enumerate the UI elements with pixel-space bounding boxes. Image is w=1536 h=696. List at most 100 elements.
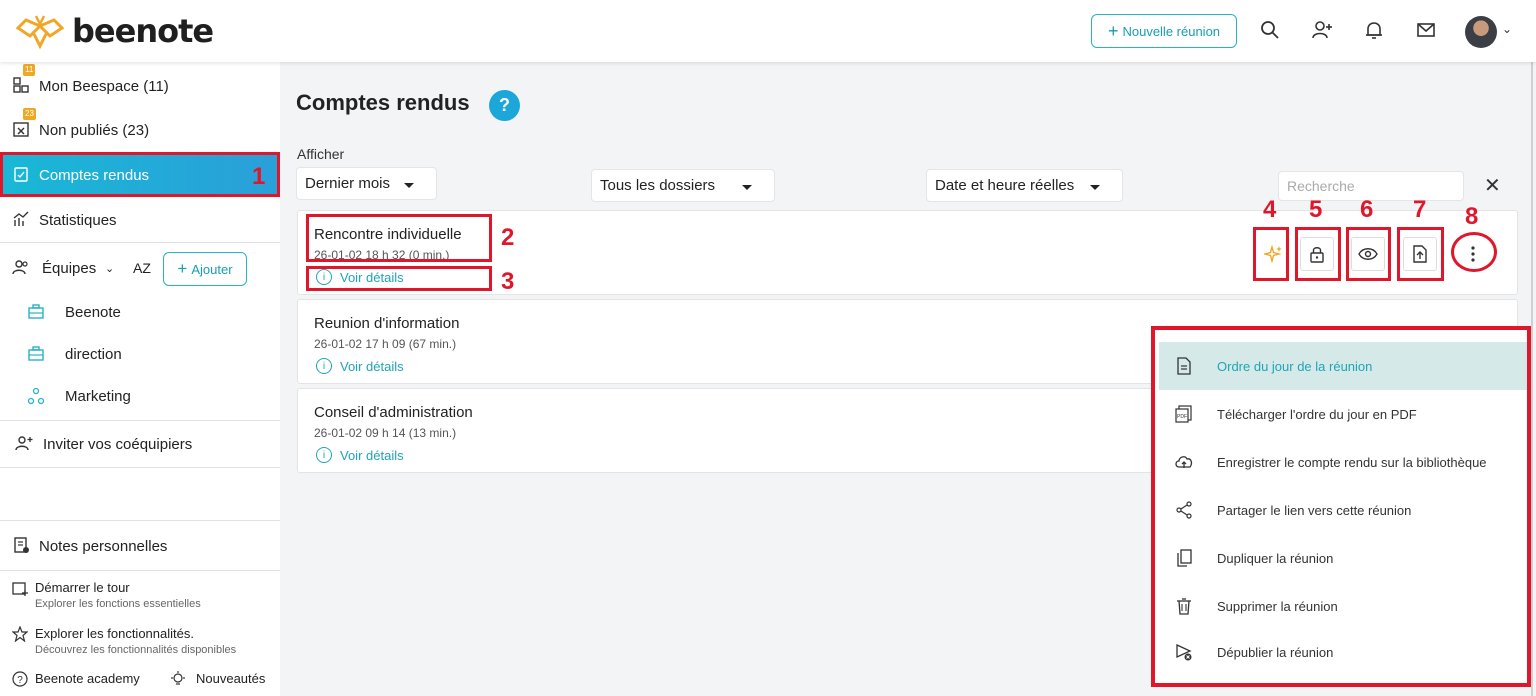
svg-text:PDF: PDF [1177, 414, 1187, 420]
menu-item-duplicate[interactable]: Dupliquer la réunion [1159, 534, 1527, 582]
page-title: Comptes rendus [296, 90, 470, 115]
annotation-circle [1451, 232, 1497, 272]
info-icon: i [316, 447, 332, 463]
chevron-down-icon[interactable]: ⌄ [1502, 22, 1512, 36]
menu-item-share-link[interactable]: Partager le lien vers cette réunion [1159, 486, 1527, 534]
team-item-direction[interactable]: direction [0, 337, 280, 371]
divider [0, 467, 280, 468]
annotation-number: 5 [1309, 196, 1323, 223]
menu-item-save-library[interactable]: Enregistrer le compte rendu sur la bibli… [1159, 438, 1527, 486]
annotation-box [306, 214, 492, 262]
cloud-upload-icon [1175, 456, 1193, 468]
meeting-date: 26-01-02 17 h 09 (67 min.) [314, 337, 457, 351]
details-link[interactable]: i Voir détails [316, 447, 404, 463]
annotation-box [0, 152, 280, 197]
annotation-number: 3 [501, 268, 515, 295]
logo-text: beenote [72, 12, 214, 50]
new-meeting-button[interactable]: + Nouvelle réunion [1091, 14, 1237, 48]
chart-icon [13, 211, 29, 226]
team-item-marketing[interactable]: Marketing [0, 379, 280, 413]
calendar-plus-icon [12, 582, 28, 596]
unpublish-icon [1176, 643, 1192, 661]
show-label: Afficher [297, 146, 345, 162]
invite-teammates[interactable]: Inviter vos coéquipiers [0, 424, 280, 464]
period-select[interactable]: Dernier mois [296, 167, 437, 200]
news-label: Nouveautés [196, 671, 266, 686]
menu-item-agenda[interactable]: Ordre du jour de la réunion [1159, 342, 1527, 390]
add-team-button[interactable]: + Ajouter [163, 252, 247, 286]
menu-item-label: Télécharger l'ordre du jour en PDF [1217, 406, 1417, 422]
folders-value: Tous les dossiers [600, 177, 716, 194]
dashboard-icon [13, 77, 29, 93]
divider [0, 420, 280, 421]
scrollbar[interactable] [1531, 62, 1533, 696]
plus-icon: + [177, 259, 188, 278]
annotation-box [1346, 227, 1391, 281]
help-button[interactable]: ? [489, 90, 520, 121]
start-tour-title: Démarrer le tour [35, 580, 130, 595]
details-label: Voir détails [340, 358, 404, 374]
search-icon[interactable] [1258, 18, 1282, 42]
add-user-icon [15, 436, 33, 451]
briefcase-icon [28, 346, 44, 361]
count-badge: 23 [23, 108, 36, 120]
meeting-date: 26-01-02 09 h 14 (13 min.) [314, 426, 457, 440]
team-item-beenote[interactable]: Beenote [0, 295, 280, 329]
logo[interactable]: beenote [14, 10, 214, 52]
bee-logo-icon [15, 15, 65, 50]
share-icon [1176, 501, 1192, 519]
sidebar-item-unpublished[interactable]: 23 Non publiés (23) [0, 108, 280, 150]
personal-notes[interactable]: Notes personnelles [0, 526, 280, 566]
sidebar-item-statistics[interactable]: Statistiques [0, 200, 280, 240]
add-team-label: Ajouter [191, 261, 233, 277]
caret-down-icon [742, 185, 752, 190]
sidebar-item-label: Mon Beespace (11) [39, 77, 169, 95]
sort-az-button[interactable]: AZ [133, 260, 151, 276]
chevron-down-icon[interactable]: ⌄ [105, 262, 114, 275]
avatar[interactable] [1465, 16, 1497, 48]
sidebar-item-label: Statistiques [39, 211, 117, 229]
sidebar-item-beespace[interactable]: 11 Mon Beespace (11) [0, 64, 280, 106]
menu-item-label: Enregistrer le compte rendu sur la bibli… [1217, 454, 1487, 470]
team-label: Marketing [65, 387, 131, 405]
pdf-icon: PDF [1175, 405, 1192, 423]
details-link[interactable]: i Voir détails [316, 358, 404, 374]
document-icon [1177, 357, 1191, 375]
plus-icon: + [1107, 20, 1119, 41]
annotation-number: 2 [501, 224, 515, 251]
meeting-title: Reunion d'information [314, 315, 460, 332]
team-label: direction [65, 345, 122, 363]
bell-icon[interactable] [1362, 18, 1386, 42]
add-user-icon[interactable] [1310, 18, 1334, 42]
period-value: Dernier mois [305, 175, 391, 192]
top-bar: beenote + Nouvelle réunion ⌄ [0, 0, 1536, 62]
count-badge: 11 [23, 64, 36, 76]
caret-down-icon [404, 183, 414, 188]
date-mode-value: Date et heure réelles [935, 177, 1075, 194]
notes-icon [14, 537, 29, 553]
menu-item-download-pdf[interactable]: PDF Télécharger l'ordre du jour en PDF [1159, 390, 1527, 438]
menu-item-unpublish[interactable]: Dépublier la réunion [1159, 628, 1527, 676]
close-icon[interactable]: ✕ [1484, 173, 1501, 198]
divider [0, 520, 280, 521]
annotation-number: 4 [1263, 196, 1277, 223]
lightbulb-icon [171, 671, 185, 685]
folders-select[interactable]: Tous les dossiers [591, 169, 775, 202]
divider [0, 570, 280, 571]
invite-label: Inviter vos coéquipiers [43, 435, 193, 453]
start-tour-subtitle: Explorer les fonctions essentielles [35, 598, 201, 610]
star-icon [12, 626, 28, 642]
annotation-number: 7 [1413, 196, 1427, 223]
menu-item-label: Dupliquer la réunion [1217, 550, 1334, 566]
menu-item-delete[interactable]: Supprimer la réunion [1159, 582, 1527, 630]
menu-item-label: Supprimer la réunion [1217, 598, 1338, 614]
team-label: Beenote [65, 303, 121, 321]
details-label: Voir détails [340, 447, 404, 463]
mail-icon[interactable] [1414, 18, 1438, 42]
annotation-box [1295, 227, 1341, 281]
explore-subtitle: Découvrez les fonctionnalités disponible… [35, 644, 237, 656]
new-meeting-label: Nouvelle réunion [1122, 23, 1221, 39]
date-mode-select[interactable]: Date et heure réelles [926, 169, 1123, 202]
annotation-number: 6 [1360, 196, 1374, 223]
users-icon [12, 260, 28, 275]
